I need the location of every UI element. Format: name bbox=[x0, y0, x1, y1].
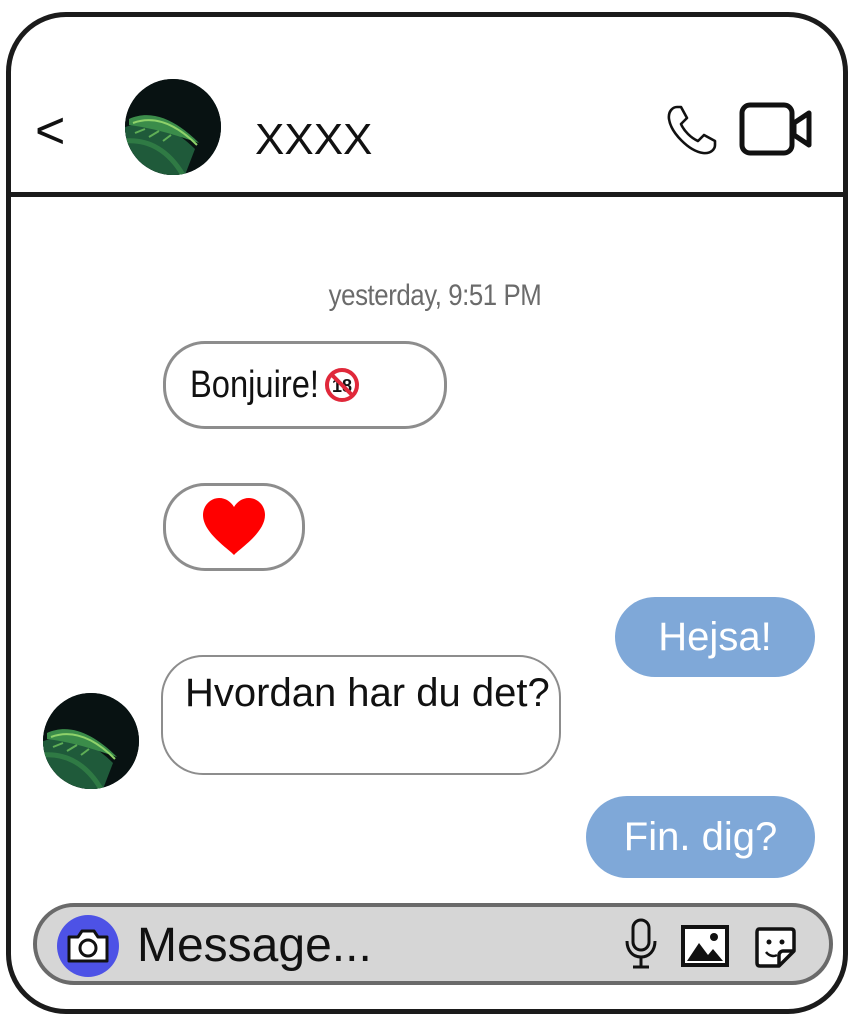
video-camera-icon[interactable] bbox=[739, 99, 813, 161]
camera-button[interactable] bbox=[57, 915, 119, 977]
message-text: Fin. dig? bbox=[623, 814, 778, 859]
outgoing-message-bubble[interactable]: Fin. dig? bbox=[586, 796, 815, 878]
avatar-leaf-image bbox=[125, 79, 221, 175]
microphone-icon[interactable] bbox=[623, 917, 659, 971]
message-text: Hejsa! bbox=[658, 614, 772, 659]
camera-icon bbox=[67, 929, 109, 963]
chat-header: < XXXX bbox=[11, 17, 843, 197]
contact-name[interactable]: XXXX bbox=[255, 115, 372, 165]
sticker-icon[interactable] bbox=[753, 925, 797, 969]
message-timestamp: yesterday, 9:51 PM bbox=[328, 279, 542, 312]
sender-avatar[interactable] bbox=[43, 693, 139, 789]
phone-icon[interactable] bbox=[663, 101, 721, 159]
outgoing-message-bubble[interactable]: Hejsa! bbox=[615, 597, 815, 677]
message-composer bbox=[33, 903, 833, 985]
no-one-under-18-icon: 18 bbox=[324, 368, 359, 402]
avatar-leaf-image bbox=[43, 693, 139, 789]
heart-icon bbox=[203, 498, 265, 555]
message-input[interactable] bbox=[137, 913, 597, 977]
incoming-message-bubble[interactable]: Hvordan har du det? bbox=[161, 655, 561, 775]
contact-avatar[interactable] bbox=[125, 79, 221, 175]
message-text: Bonjuire! bbox=[190, 363, 319, 406]
phone-frame: < XXXX yesterday, 9:51 PM Bonjuire! 18 bbox=[6, 12, 848, 1014]
image-icon[interactable] bbox=[681, 925, 729, 967]
incoming-message-bubble[interactable]: Bonjuire! 18 bbox=[163, 341, 447, 429]
message-text: Hvordan har du det? bbox=[185, 671, 550, 715]
incoming-reaction-bubble[interactable] bbox=[163, 483, 305, 571]
back-button[interactable]: < bbox=[35, 105, 65, 157]
